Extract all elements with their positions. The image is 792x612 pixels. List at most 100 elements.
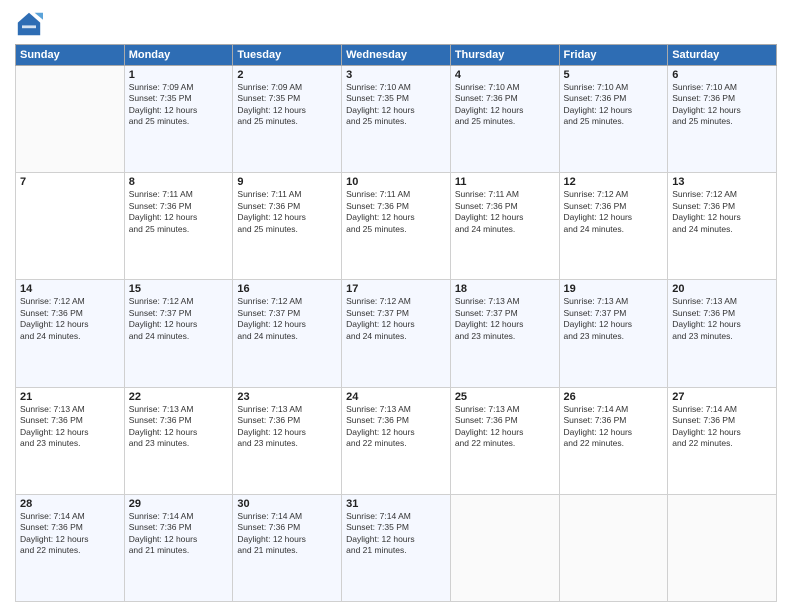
day-number: 19	[564, 283, 664, 295]
calendar-cell: 14Sunrise: 7:12 AM Sunset: 7:36 PM Dayli…	[16, 280, 125, 387]
calendar-cell	[559, 494, 668, 601]
calendar-cell: 10Sunrise: 7:11 AM Sunset: 7:36 PM Dayli…	[342, 173, 451, 280]
calendar-header-cell: Saturday	[668, 45, 777, 66]
logo-icon	[15, 10, 43, 38]
day-number: 18	[455, 283, 555, 295]
calendar-cell: 17Sunrise: 7:12 AM Sunset: 7:37 PM Dayli…	[342, 280, 451, 387]
cell-content: Sunrise: 7:12 AM Sunset: 7:37 PM Dayligh…	[237, 296, 337, 342]
calendar-cell: 23Sunrise: 7:13 AM Sunset: 7:36 PM Dayli…	[233, 387, 342, 494]
day-number: 27	[672, 391, 772, 403]
day-number: 1	[129, 69, 229, 81]
cell-content: Sunrise: 7:13 AM Sunset: 7:36 PM Dayligh…	[672, 296, 772, 342]
day-number: 17	[346, 283, 446, 295]
calendar-header-cell: Monday	[124, 45, 233, 66]
calendar-cell: 25Sunrise: 7:13 AM Sunset: 7:36 PM Dayli…	[450, 387, 559, 494]
cell-content: Sunrise: 7:10 AM Sunset: 7:36 PM Dayligh…	[564, 82, 664, 128]
cell-content: Sunrise: 7:12 AM Sunset: 7:37 PM Dayligh…	[129, 296, 229, 342]
day-number: 6	[672, 69, 772, 81]
calendar-header-cell: Thursday	[450, 45, 559, 66]
calendar-week-row: 1Sunrise: 7:09 AM Sunset: 7:35 PM Daylig…	[16, 66, 777, 173]
calendar-cell: 4Sunrise: 7:10 AM Sunset: 7:36 PM Daylig…	[450, 66, 559, 173]
day-number: 20	[672, 283, 772, 295]
cell-content: Sunrise: 7:14 AM Sunset: 7:35 PM Dayligh…	[346, 511, 446, 557]
cell-content: Sunrise: 7:14 AM Sunset: 7:36 PM Dayligh…	[129, 511, 229, 557]
calendar-cell: 22Sunrise: 7:13 AM Sunset: 7:36 PM Dayli…	[124, 387, 233, 494]
logo	[15, 10, 47, 38]
calendar-cell: 15Sunrise: 7:12 AM Sunset: 7:37 PM Dayli…	[124, 280, 233, 387]
cell-content: Sunrise: 7:13 AM Sunset: 7:36 PM Dayligh…	[20, 404, 120, 450]
cell-content: Sunrise: 7:12 AM Sunset: 7:36 PM Dayligh…	[672, 189, 772, 235]
cell-content: Sunrise: 7:10 AM Sunset: 7:36 PM Dayligh…	[455, 82, 555, 128]
day-number: 31	[346, 498, 446, 510]
day-number: 7	[20, 176, 120, 188]
calendar-week-row: 78Sunrise: 7:11 AM Sunset: 7:36 PM Dayli…	[16, 173, 777, 280]
cell-content: Sunrise: 7:09 AM Sunset: 7:35 PM Dayligh…	[237, 82, 337, 128]
calendar-cell: 1Sunrise: 7:09 AM Sunset: 7:35 PM Daylig…	[124, 66, 233, 173]
calendar-cell: 24Sunrise: 7:13 AM Sunset: 7:36 PM Dayli…	[342, 387, 451, 494]
calendar-week-row: 21Sunrise: 7:13 AM Sunset: 7:36 PM Dayli…	[16, 387, 777, 494]
day-number: 25	[455, 391, 555, 403]
calendar-cell: 7	[16, 173, 125, 280]
day-number: 24	[346, 391, 446, 403]
day-number: 8	[129, 176, 229, 188]
day-number: 16	[237, 283, 337, 295]
day-number: 21	[20, 391, 120, 403]
day-number: 13	[672, 176, 772, 188]
calendar-header-row: SundayMondayTuesdayWednesdayThursdayFrid…	[16, 45, 777, 66]
calendar-cell: 30Sunrise: 7:14 AM Sunset: 7:36 PM Dayli…	[233, 494, 342, 601]
calendar-cell: 28Sunrise: 7:14 AM Sunset: 7:36 PM Dayli…	[16, 494, 125, 601]
calendar-cell: 11Sunrise: 7:11 AM Sunset: 7:36 PM Dayli…	[450, 173, 559, 280]
calendar-cell: 29Sunrise: 7:14 AM Sunset: 7:36 PM Dayli…	[124, 494, 233, 601]
cell-content: Sunrise: 7:14 AM Sunset: 7:36 PM Dayligh…	[20, 511, 120, 557]
cell-content: Sunrise: 7:12 AM Sunset: 7:37 PM Dayligh…	[346, 296, 446, 342]
day-number: 10	[346, 176, 446, 188]
calendar-cell: 8Sunrise: 7:11 AM Sunset: 7:36 PM Daylig…	[124, 173, 233, 280]
cell-content: Sunrise: 7:14 AM Sunset: 7:36 PM Dayligh…	[672, 404, 772, 450]
calendar-cell	[450, 494, 559, 601]
cell-content: Sunrise: 7:11 AM Sunset: 7:36 PM Dayligh…	[455, 189, 555, 235]
cell-content: Sunrise: 7:11 AM Sunset: 7:36 PM Dayligh…	[346, 189, 446, 235]
calendar-header-cell: Wednesday	[342, 45, 451, 66]
cell-content: Sunrise: 7:13 AM Sunset: 7:36 PM Dayligh…	[455, 404, 555, 450]
cell-content: Sunrise: 7:12 AM Sunset: 7:36 PM Dayligh…	[564, 189, 664, 235]
cell-content: Sunrise: 7:13 AM Sunset: 7:36 PM Dayligh…	[237, 404, 337, 450]
calendar-cell: 31Sunrise: 7:14 AM Sunset: 7:35 PM Dayli…	[342, 494, 451, 601]
cell-content: Sunrise: 7:14 AM Sunset: 7:36 PM Dayligh…	[564, 404, 664, 450]
day-number: 28	[20, 498, 120, 510]
calendar-cell: 12Sunrise: 7:12 AM Sunset: 7:36 PM Dayli…	[559, 173, 668, 280]
day-number: 3	[346, 69, 446, 81]
calendar-header-cell: Sunday	[16, 45, 125, 66]
calendar-cell: 2Sunrise: 7:09 AM Sunset: 7:35 PM Daylig…	[233, 66, 342, 173]
calendar-cell: 6Sunrise: 7:10 AM Sunset: 7:36 PM Daylig…	[668, 66, 777, 173]
calendar-cell: 27Sunrise: 7:14 AM Sunset: 7:36 PM Dayli…	[668, 387, 777, 494]
calendar-cell: 16Sunrise: 7:12 AM Sunset: 7:37 PM Dayli…	[233, 280, 342, 387]
header	[15, 10, 777, 38]
cell-content: Sunrise: 7:13 AM Sunset: 7:37 PM Dayligh…	[564, 296, 664, 342]
calendar-week-row: 14Sunrise: 7:12 AM Sunset: 7:36 PM Dayli…	[16, 280, 777, 387]
calendar-header-cell: Friday	[559, 45, 668, 66]
day-number: 5	[564, 69, 664, 81]
cell-content: Sunrise: 7:13 AM Sunset: 7:36 PM Dayligh…	[129, 404, 229, 450]
calendar-cell: 9Sunrise: 7:11 AM Sunset: 7:36 PM Daylig…	[233, 173, 342, 280]
page: SundayMondayTuesdayWednesdayThursdayFrid…	[0, 0, 792, 612]
day-number: 14	[20, 283, 120, 295]
cell-content: Sunrise: 7:10 AM Sunset: 7:36 PM Dayligh…	[672, 82, 772, 128]
cell-content: Sunrise: 7:11 AM Sunset: 7:36 PM Dayligh…	[129, 189, 229, 235]
cell-content: Sunrise: 7:11 AM Sunset: 7:36 PM Dayligh…	[237, 189, 337, 235]
cell-content: Sunrise: 7:09 AM Sunset: 7:35 PM Dayligh…	[129, 82, 229, 128]
calendar-cell: 13Sunrise: 7:12 AM Sunset: 7:36 PM Dayli…	[668, 173, 777, 280]
day-number: 2	[237, 69, 337, 81]
calendar-cell: 5Sunrise: 7:10 AM Sunset: 7:36 PM Daylig…	[559, 66, 668, 173]
calendar-cell	[668, 494, 777, 601]
calendar-header-cell: Tuesday	[233, 45, 342, 66]
calendar-cell: 3Sunrise: 7:10 AM Sunset: 7:35 PM Daylig…	[342, 66, 451, 173]
day-number: 11	[455, 176, 555, 188]
day-number: 12	[564, 176, 664, 188]
calendar-cell: 20Sunrise: 7:13 AM Sunset: 7:36 PM Dayli…	[668, 280, 777, 387]
cell-content: Sunrise: 7:13 AM Sunset: 7:36 PM Dayligh…	[346, 404, 446, 450]
calendar: SundayMondayTuesdayWednesdayThursdayFrid…	[15, 44, 777, 602]
calendar-cell	[16, 66, 125, 173]
calendar-week-row: 28Sunrise: 7:14 AM Sunset: 7:36 PM Dayli…	[16, 494, 777, 601]
day-number: 30	[237, 498, 337, 510]
day-number: 4	[455, 69, 555, 81]
